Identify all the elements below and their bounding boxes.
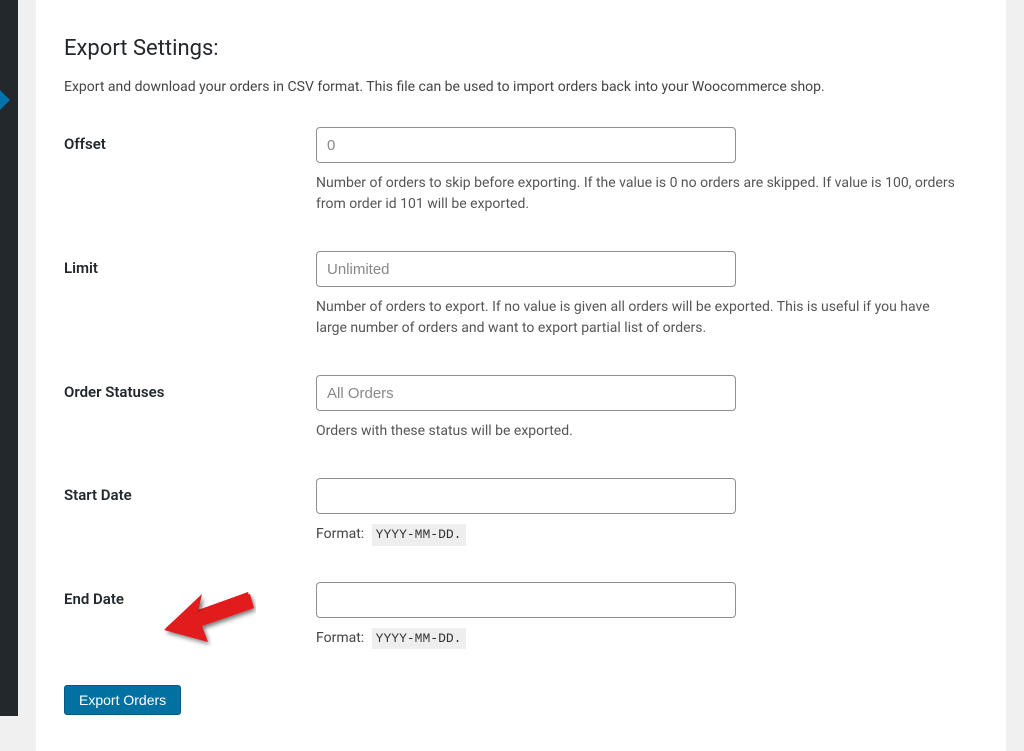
field-offset: Number of orders to skip before exportin…	[316, 127, 976, 215]
order-statuses-input[interactable]	[316, 375, 736, 411]
end-date-input[interactable]	[316, 582, 736, 618]
row-end-date: End Date Format: YYYY-MM-DD.	[64, 582, 978, 650]
export-orders-button[interactable]: Export Orders	[64, 685, 181, 715]
format-label-start: Format:	[316, 526, 364, 542]
admin-sidebar	[0, 0, 18, 716]
help-end-date: Format: YYYY-MM-DD.	[316, 628, 956, 650]
limit-input[interactable]	[316, 251, 736, 287]
format-label-end: Format:	[316, 630, 364, 646]
label-start-date: Start Date	[64, 478, 316, 504]
field-start-date: Format: YYYY-MM-DD.	[316, 478, 976, 546]
label-offset: Offset	[64, 127, 316, 153]
page-title: Export Settings:	[64, 36, 978, 61]
row-order-statuses: Order Statuses Orders with these status …	[64, 375, 978, 442]
offset-input[interactable]	[316, 127, 736, 163]
label-limit: Limit	[64, 251, 316, 277]
row-start-date: Start Date Format: YYYY-MM-DD.	[64, 478, 978, 546]
help-offset: Number of orders to skip before exportin…	[316, 173, 956, 215]
button-row: Export Orders	[64, 685, 978, 715]
row-limit: Limit Number of orders to export. If no …	[64, 251, 978, 339]
help-limit: Number of orders to export. If no value …	[316, 297, 956, 339]
field-limit: Number of orders to export. If no value …	[316, 251, 976, 339]
flyout-indicator-icon	[0, 90, 10, 110]
label-order-statuses: Order Statuses	[64, 375, 316, 401]
format-value-end: YYYY-MM-DD.	[372, 628, 466, 650]
field-end-date: Format: YYYY-MM-DD.	[316, 582, 976, 650]
help-order-statuses: Orders with these status will be exporte…	[316, 421, 956, 442]
settings-panel: Export Settings: Export and download you…	[36, 0, 1006, 751]
row-offset: Offset Number of orders to skip before e…	[64, 127, 978, 215]
content-wrap: Export Settings: Export and download you…	[18, 0, 1024, 716]
format-value-start: YYYY-MM-DD.	[372, 524, 466, 546]
start-date-input[interactable]	[316, 478, 736, 514]
field-order-statuses: Orders with these status will be exporte…	[316, 375, 976, 442]
page-description: Export and download your orders in CSV f…	[64, 79, 978, 95]
label-end-date: End Date	[64, 582, 316, 608]
help-start-date: Format: YYYY-MM-DD.	[316, 524, 956, 546]
